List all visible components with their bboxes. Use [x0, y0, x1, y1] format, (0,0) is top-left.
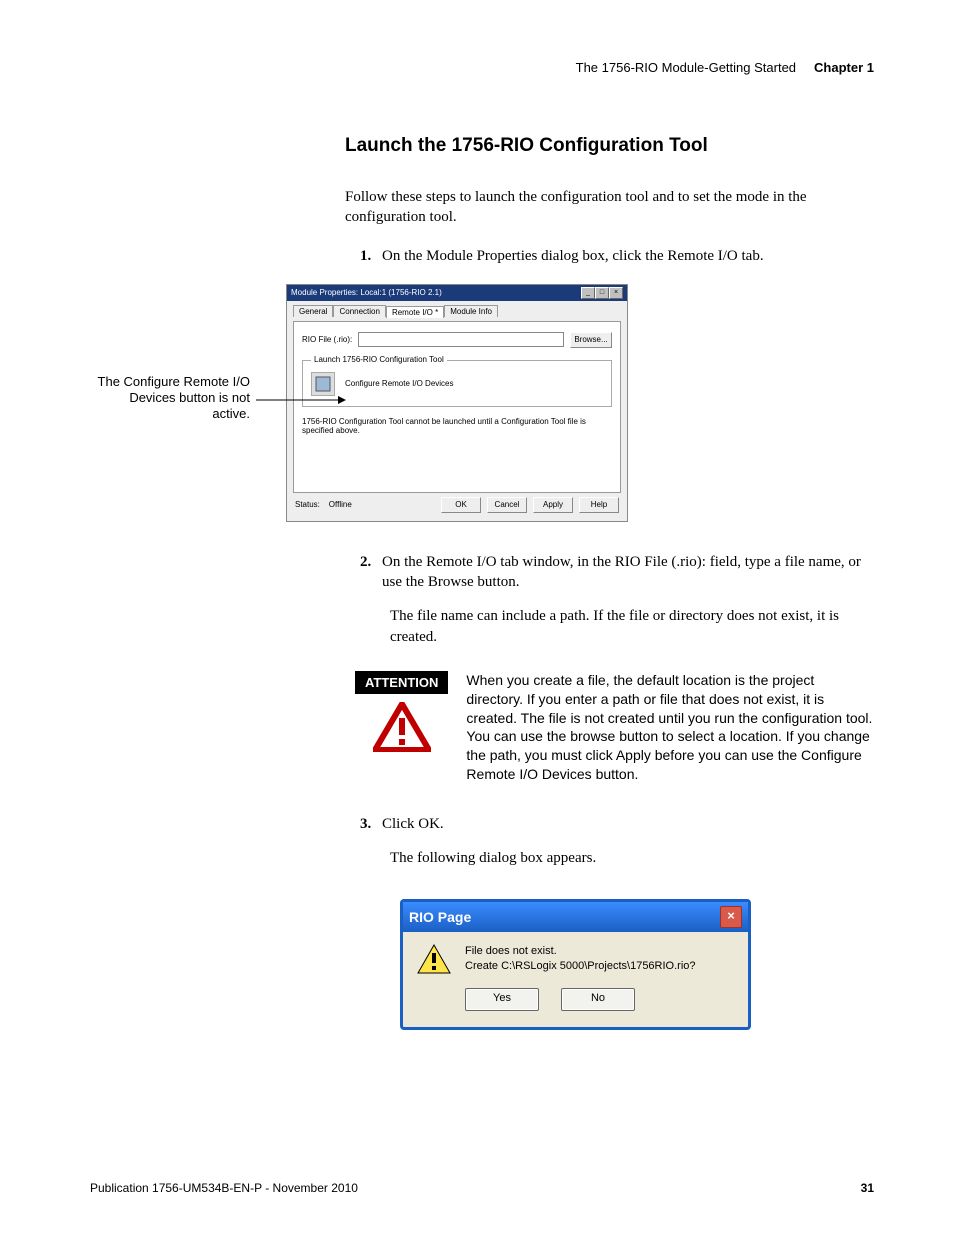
attention-icon — [373, 702, 431, 752]
rio-page-line2: Create C:\RSLogix 5000\Projects\1756RIO.… — [465, 959, 696, 974]
apply-button[interactable]: Apply — [533, 497, 573, 513]
dialog-tabs: General Connection Remote I/O * Module I… — [293, 305, 621, 317]
cancel-button[interactable]: Cancel — [487, 497, 527, 513]
step-text: On the Module Properties dialog box, cli… — [382, 246, 764, 266]
publication-info: Publication 1756-UM534B-EN-P - November … — [90, 1181, 358, 1195]
step-number: 3. — [360, 814, 382, 834]
section-title: Launch the 1756-RIO Configuration Tool — [345, 135, 874, 157]
step-1: 1. On the Module Properties dialog box, … — [360, 246, 874, 266]
status-value: Offline — [329, 500, 352, 509]
attention-text: When you create a file, the default loca… — [466, 671, 874, 784]
warning-icon — [417, 944, 451, 974]
maximize-icon[interactable]: □ — [595, 287, 609, 299]
yes-button[interactable]: Yes — [465, 988, 539, 1011]
tab-remote-io[interactable]: Remote I/O * — [386, 306, 444, 318]
dialog-title: Module Properties: Local:1 (1756-RIO 2.1… — [291, 288, 442, 297]
config-warning-text: 1756-RIO Configuration Tool cannot be la… — [302, 417, 612, 435]
chapter-label: Chapter 1 — [814, 60, 874, 75]
browse-button[interactable]: Browse... — [570, 332, 612, 348]
step-2-sub: The file name can include a path. If the… — [390, 606, 874, 647]
step-number: 1. — [360, 246, 382, 266]
configure-remote-io-button: Configure Remote I/O Devices — [345, 379, 454, 388]
tab-module-info[interactable]: Module Info — [444, 305, 498, 317]
step-text: Click OK. — [382, 814, 444, 834]
rio-page-dialog: RIO Page × File does not exist. Create C… — [400, 899, 751, 1031]
step-3-sub: The following dialog box appears. — [390, 848, 874, 868]
page-header: The 1756-RIO Module-Getting Started Chap… — [90, 60, 874, 75]
fieldset-title: Launch 1756-RIO Configuration Tool — [311, 355, 447, 364]
tab-connection[interactable]: Connection — [333, 305, 385, 317]
help-button[interactable]: Help — [579, 497, 619, 513]
attention-label: ATTENTION — [355, 671, 448, 694]
close-icon[interactable]: × — [609, 287, 623, 299]
rio-page-line1: File does not exist. — [465, 944, 696, 959]
close-icon[interactable]: × — [720, 906, 742, 928]
breadcrumb: The 1756-RIO Module-Getting Started — [576, 60, 796, 75]
step-text: On the Remote I/O tab window, in the RIO… — [382, 552, 874, 593]
config-tool-icon — [311, 372, 335, 396]
callout-arrow — [256, 394, 286, 395]
rio-file-label: RIO File (.rio): — [302, 335, 352, 344]
minimize-icon[interactable]: _ — [581, 287, 595, 299]
step-2: 2. On the Remote I/O tab window, in the … — [360, 552, 874, 593]
page-footer: Publication 1756-UM534B-EN-P - November … — [90, 1181, 874, 1195]
ok-button[interactable]: OK — [441, 497, 481, 513]
tab-general[interactable]: General — [293, 305, 333, 317]
rio-page-title: RIO Page — [409, 909, 471, 925]
no-button[interactable]: No — [561, 988, 635, 1011]
callout-text: The Configure Remote I/O Devices button … — [98, 374, 250, 422]
step-3: 3. Click OK. — [360, 814, 874, 834]
dialog-titlebar: Module Properties: Local:1 (1756-RIO 2.1… — [287, 285, 627, 301]
rio-file-input[interactable] — [358, 332, 564, 347]
status-label: Status: — [295, 500, 320, 509]
page-number: 31 — [861, 1181, 874, 1195]
intro-paragraph: Follow these steps to launch the configu… — [345, 187, 874, 228]
attention-block: ATTENTION When you create a file, the de… — [355, 671, 874, 784]
step-number: 2. — [360, 552, 382, 593]
